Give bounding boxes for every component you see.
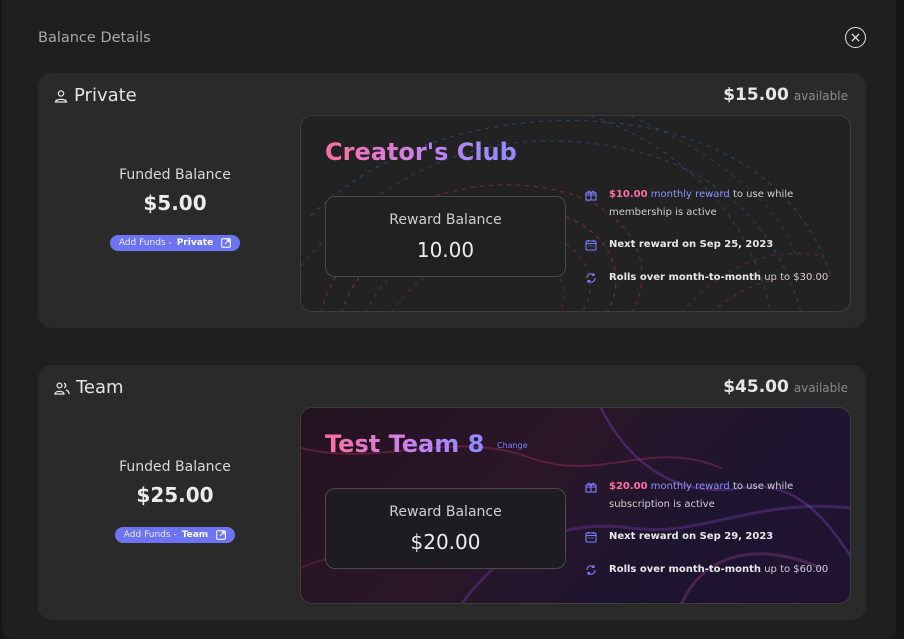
private-header: Private: [54, 85, 137, 106]
private-balance-card: Private $15.00 available Funded Balance …: [38, 73, 866, 328]
private-available-amount: $15.00: [723, 85, 789, 105]
external-link-icon: [216, 530, 226, 540]
team-panel: Test Team 8 Change Reward Balance $20.00…: [300, 407, 851, 604]
perk1-highlight: monthly reward: [650, 189, 730, 200]
change-team-link[interactable]: Change: [497, 441, 528, 450]
person-icon: [54, 89, 68, 103]
perk-monthly-reward: $20.00 monthly reward to use while subsc…: [585, 478, 835, 514]
balance-details-modal: Balance Details Private $15.00 available…: [2, 0, 896, 639]
modal-title: Balance Details: [38, 30, 151, 46]
team-funded-amount: $25.00: [136, 483, 214, 507]
gift-icon: [585, 190, 597, 201]
team-header: Team: [54, 377, 124, 398]
add-funds-label: Add Funds -: [123, 530, 177, 540]
people-icon: [54, 381, 70, 395]
team-funded-title: Funded Balance: [119, 459, 231, 475]
private-perks: $10.00 monthly reward to use while membe…: [585, 186, 835, 287]
private-reward-amount: 10.00: [416, 238, 475, 262]
team-reward-amount: $20.00: [410, 530, 481, 554]
calendar-icon: [585, 532, 597, 543]
add-funds-target: Private: [176, 238, 214, 248]
team-title: Team: [76, 377, 124, 398]
refresh-icon: [586, 273, 596, 283]
perk3-suffix: up to $30.00: [764, 272, 829, 283]
perk-rollover: Rolls over month-to-month up to $60.00: [585, 561, 835, 579]
private-available-label: available: [793, 89, 848, 103]
team-funded: Funded Balance $25.00 Add Funds - Team: [38, 459, 312, 543]
team-name: Test Team 8: [325, 430, 485, 458]
add-funds-private-button[interactable]: Add Funds - Private: [109, 235, 241, 251]
private-available: $15.00 available: [723, 85, 848, 105]
add-funds-target: Team: [181, 530, 209, 540]
perk1-amount: $10.00: [609, 189, 648, 200]
private-funded: Funded Balance $5.00 Add Funds - Private: [38, 167, 312, 251]
perk-monthly-reward: $10.00 monthly reward to use while membe…: [585, 186, 835, 222]
team-balance-card: Team $45.00 available Funded Balance $25…: [38, 365, 866, 620]
team-perks: $20.00 monthly reward to use while subsc…: [585, 478, 835, 579]
add-funds-label: Add Funds -: [118, 238, 172, 248]
team-reward-title: Reward Balance: [389, 504, 502, 520]
gift-icon: [585, 482, 597, 493]
creators-club-panel: Creator's Club Reward Balance 10.00 $10.…: [300, 115, 851, 312]
perk3-suffix: up to $60.00: [764, 564, 829, 575]
refresh-icon: [586, 565, 596, 575]
perk3-text: Rolls over month-to-month: [609, 272, 762, 283]
perk2-text: Next reward on Sep 29, 2023: [609, 531, 774, 542]
perk3-text: Rolls over month-to-month: [609, 564, 762, 575]
calendar-icon: [585, 240, 597, 251]
perk1-highlight: monthly reward: [650, 481, 730, 492]
team-available: $45.00 available: [723, 377, 848, 397]
perk2-text: Next reward on Sep 25, 2023: [609, 239, 774, 250]
team-available-amount: $45.00: [723, 377, 789, 397]
private-funded-title: Funded Balance: [119, 167, 231, 183]
team-available-label: available: [793, 381, 848, 395]
close-icon: [851, 33, 860, 42]
external-link-icon: [221, 238, 231, 248]
club-name: Creator's Club: [325, 138, 517, 166]
private-reward-title: Reward Balance: [389, 212, 502, 228]
private-funded-amount: $5.00: [143, 191, 207, 215]
team-reward-box: Reward Balance $20.00: [325, 488, 566, 569]
add-funds-team-button[interactable]: Add Funds - Team: [114, 527, 236, 543]
perk1-amount: $20.00: [609, 481, 648, 492]
private-reward-box: Reward Balance 10.00: [325, 196, 566, 277]
perk-next-reward: Next reward on Sep 29, 2023: [585, 528, 835, 546]
perk-rollover: Rolls over month-to-month up to $30.00: [585, 269, 835, 287]
close-button[interactable]: [845, 27, 866, 48]
perk-next-reward: Next reward on Sep 25, 2023: [585, 236, 835, 254]
private-title: Private: [74, 85, 137, 106]
